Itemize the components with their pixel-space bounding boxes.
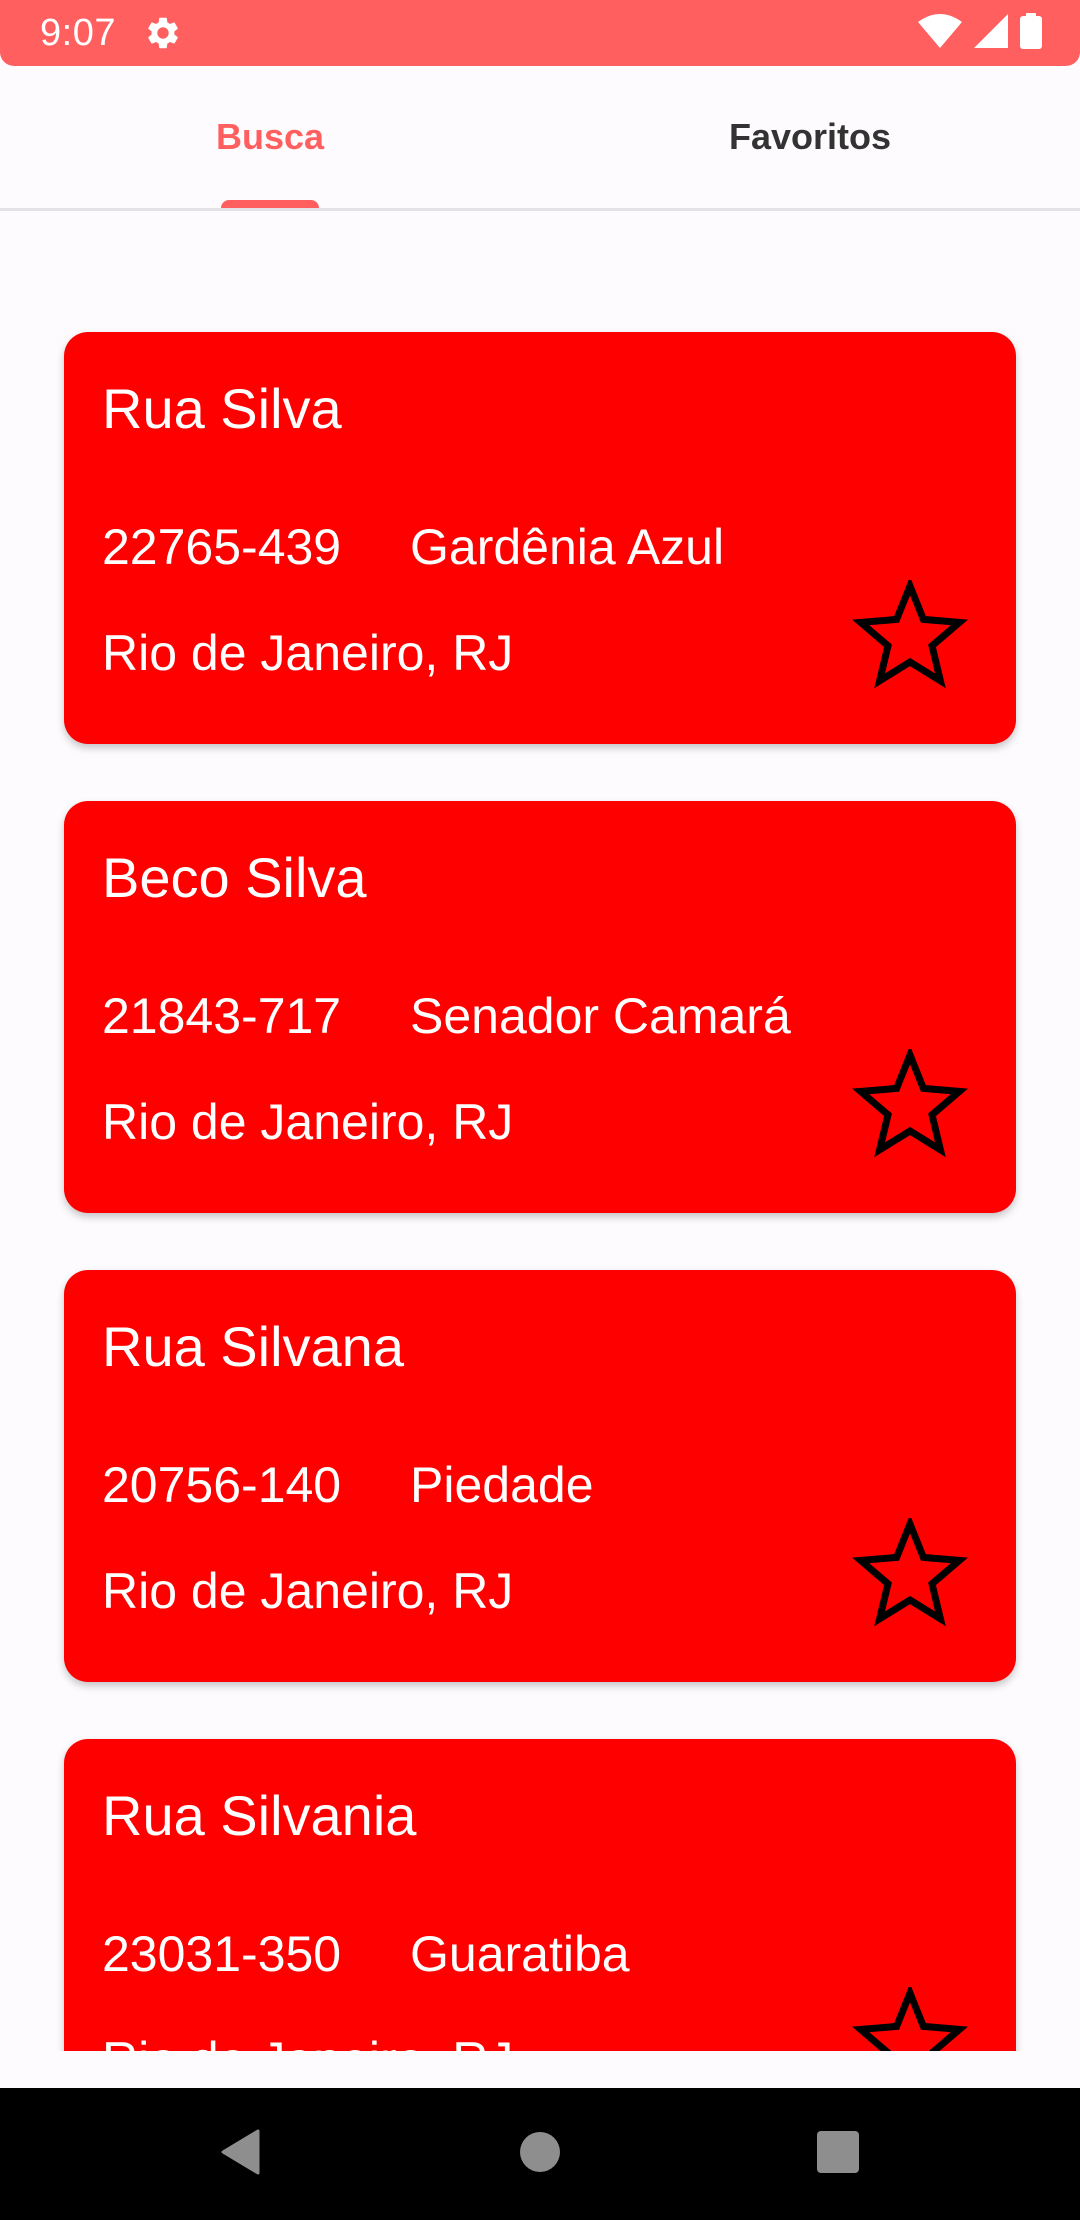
navigation-bar bbox=[0, 2088, 1080, 2220]
settings-icon bbox=[144, 14, 182, 52]
back-button[interactable] bbox=[174, 2088, 306, 2220]
address-neighborhood: Piedade bbox=[410, 1457, 594, 1513]
home-icon bbox=[519, 2131, 561, 2178]
address-card[interactable]: Rua Silvana 20756-140 Piedade Rio de Jan… bbox=[64, 1270, 1016, 1682]
address-neighborhood: Gardênia Azul bbox=[410, 519, 725, 575]
address-street: Rua Silva bbox=[102, 377, 342, 440]
home-button[interactable] bbox=[474, 2088, 606, 2220]
tab-busca-label: Busca bbox=[215, 116, 325, 157]
address-neighborhood: Guaratiba bbox=[410, 1926, 630, 1982]
status-bar: 9:07 bbox=[0, 0, 1080, 66]
favorite-star-icon[interactable] bbox=[851, 576, 969, 692]
wifi-icon bbox=[918, 13, 962, 53]
signal-icon bbox=[974, 13, 1008, 53]
back-icon bbox=[220, 2129, 260, 2180]
address-neighborhood: Senador Camará bbox=[410, 988, 791, 1044]
status-icons bbox=[918, 12, 1042, 54]
tab-favoritos-label: Favoritos bbox=[728, 116, 892, 157]
recents-icon bbox=[817, 2130, 859, 2178]
address-cep: 21843-717 bbox=[102, 988, 342, 1044]
address-card[interactable]: Rua Silvania 23031-350 Guaratiba Rio de … bbox=[64, 1739, 1016, 2051]
status-time: 9:07 bbox=[40, 12, 116, 54]
address-card[interactable]: Rua Silva 22765-439 Gardênia Azul Rio de… bbox=[64, 332, 1016, 744]
address-city: Rio de Janeiro, RJ bbox=[102, 2029, 513, 2051]
tab-busca[interactable]: Busca bbox=[0, 66, 540, 208]
results-list[interactable]: Rua Silva 22765-439 Gardênia Azul Rio de… bbox=[0, 211, 1080, 2051]
favorite-star-icon[interactable] bbox=[851, 1045, 969, 1161]
tab-favoritos[interactable]: Favoritos bbox=[540, 66, 1080, 208]
address-city: Rio de Janeiro, RJ bbox=[102, 1094, 514, 1150]
address-cep: 20756-140 bbox=[102, 1457, 342, 1513]
address-street: Beco Silva bbox=[102, 846, 367, 909]
address-cep: 23031-350 bbox=[102, 1926, 342, 1982]
favorite-star-icon[interactable] bbox=[851, 1983, 969, 2051]
recents-button[interactable] bbox=[772, 2088, 904, 2220]
address-cep: 22765-439 bbox=[102, 519, 342, 575]
battery-icon bbox=[1020, 12, 1042, 54]
address-street: Rua Silvania bbox=[102, 1784, 417, 1847]
address-city: Rio de Janeiro, RJ bbox=[102, 625, 514, 681]
favorite-star-icon[interactable] bbox=[851, 1514, 969, 1630]
tab-bar: Busca Favoritos bbox=[0, 66, 1080, 211]
tab-indicator bbox=[221, 200, 319, 208]
address-card[interactable]: Beco Silva 21843-717 Senador Camará Rio … bbox=[64, 801, 1016, 1213]
address-street: Rua Silvana bbox=[102, 1315, 404, 1378]
address-city: Rio de Janeiro, RJ bbox=[102, 1563, 514, 1619]
